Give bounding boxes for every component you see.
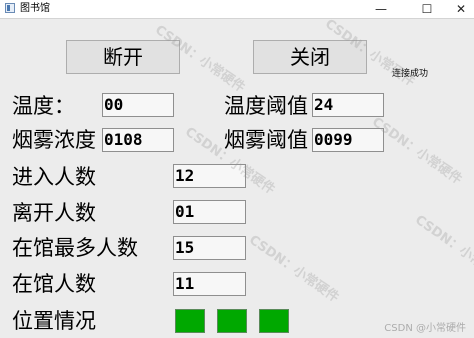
seat-indicator-3 [259,309,289,333]
watermark-6: CSDN：小常硬件 [412,212,474,286]
close-button[interactable]: 关闭 [253,40,367,74]
entered-count-field[interactable]: 12 [173,164,246,188]
in-library-label: 在馆人数 [12,272,96,296]
watermark-5: CSDN：小常硬件 [246,232,342,306]
connection-status: 连接成功 [392,69,429,79]
smoke-concentration-field[interactable]: 0108 [102,128,174,152]
seat-indicator-2 [217,309,247,333]
watermark-bottom: CSDN @小常硬件 [384,323,466,334]
close-window-button[interactable]: ✕ [446,0,474,18]
left-count-field[interactable]: 01 [173,200,246,224]
max-in-library-label: 在馆最多人数 [12,236,138,260]
app-window-icon [5,3,15,13]
seat-status-label: 位置情况 [12,309,96,333]
temperature-label: 温度： [12,94,75,118]
temperature-field[interactable]: 00 [102,93,174,117]
in-library-field[interactable]: 11 [173,272,246,296]
disconnect-button[interactable]: 断开 [66,40,180,74]
entered-count-label: 进入人数 [12,165,96,189]
smoke-threshold-label: 烟雾阈值 [224,128,308,152]
seat-indicator-1 [175,309,205,333]
window-title: 图书馆 [20,3,50,14]
smoke-concentration-label: 烟雾浓度 [12,128,96,152]
temperature-threshold-label: 温度阈值 [224,94,308,118]
temperature-threshold-field[interactable]: 24 [312,93,384,117]
minimize-button[interactable]: — [366,0,396,18]
max-in-library-field[interactable]: 15 [173,236,246,260]
left-count-label: 离开人数 [12,201,96,225]
smoke-threshold-field[interactable]: 0099 [312,128,384,152]
maximize-button[interactable]: ☐ [412,0,442,18]
title-bar: 图书馆 — ☐ ✕ [0,0,474,19]
